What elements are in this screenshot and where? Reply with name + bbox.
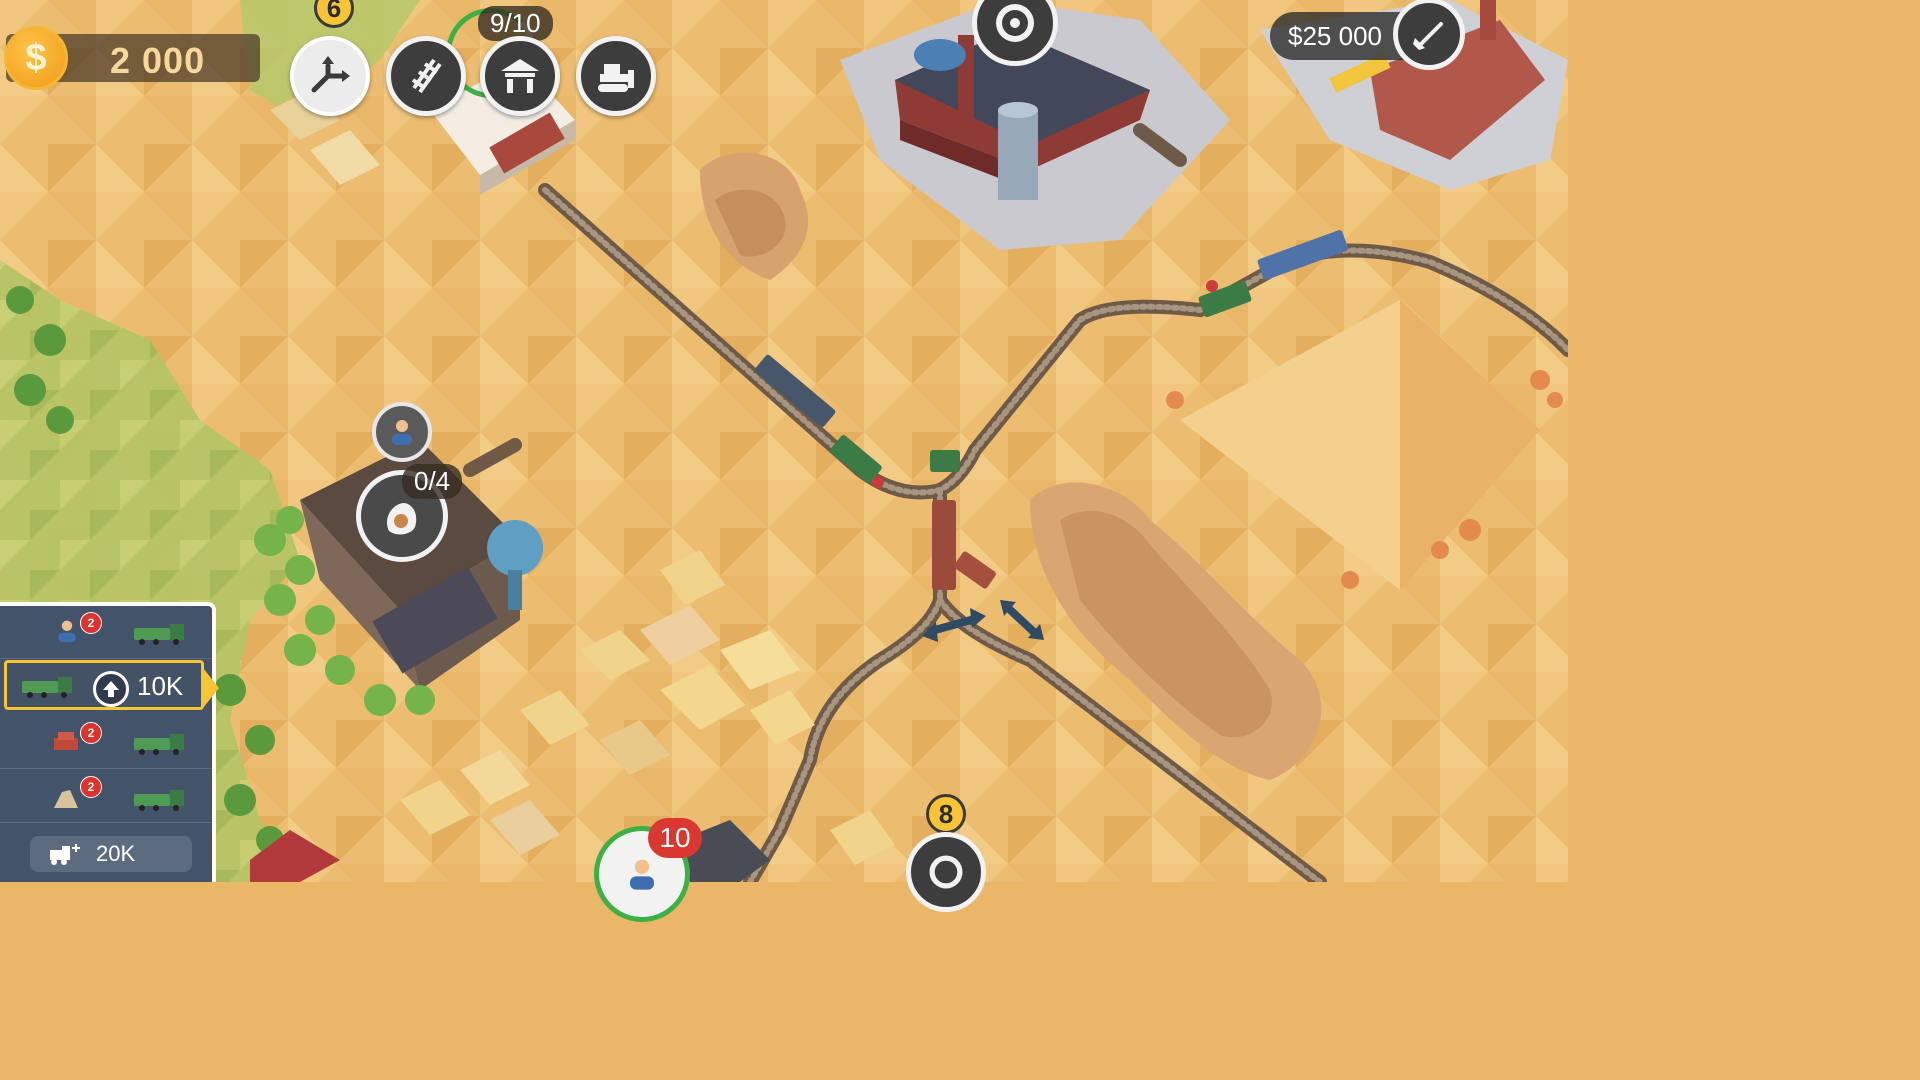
mine-capacity-pill: 0/4 (402, 464, 463, 499)
tire-icon (929, 855, 963, 889)
coin-value: 2 000 (110, 40, 206, 81)
selected-row-arrow (203, 668, 219, 708)
bottom-station-tire-marker[interactable] (906, 832, 986, 912)
train-row-upgrade[interactable]: 10K (4, 660, 219, 710)
add-train-icon (50, 844, 80, 865)
buy-train-cost: 20K (96, 841, 136, 866)
bottom-station-count: 8 (938, 798, 954, 829)
train-row-badge: 2 (80, 612, 102, 634)
bottom-station-passenger-count: 10 (648, 818, 702, 858)
passenger-icon (630, 859, 654, 890)
shovel-icon (1413, 22, 1443, 50)
rail-track-icon (411, 58, 442, 94)
train-row-badge: 2 (80, 776, 102, 798)
locomotive-icon (134, 624, 184, 645)
rail-tool-button[interactable] (386, 36, 466, 116)
mine-capacity: 0/4 (414, 466, 451, 496)
coin-balance: $ 2 000 (4, 26, 260, 90)
bulldozer-tool-button[interactable] (576, 36, 656, 116)
station-top-count: 6 (326, 0, 342, 23)
locomotive-icon (22, 677, 72, 698)
bottom-station-passengers: 10 (659, 822, 691, 853)
station-tool-button[interactable] (480, 36, 560, 116)
tire-icon (996, 4, 1034, 42)
train-row-badge-value: 2 (87, 780, 95, 794)
stone-icon (54, 790, 78, 808)
switch-tool-button[interactable] (290, 36, 370, 116)
build-cost: $25 000 (1288, 21, 1382, 51)
upgrade-button[interactable] (93, 671, 129, 707)
bottom-station-count-badge: 8 (926, 794, 966, 834)
train-row-passenger[interactable]: 2 (0, 606, 212, 659)
train-row-brick[interactable]: 2 (0, 716, 212, 769)
upgrade-cost: 10K (137, 671, 184, 701)
build-button[interactable] (1393, 0, 1465, 70)
train-row-badge: 2 (80, 722, 102, 744)
coin-icon: $ (4, 26, 68, 90)
passenger-icon (392, 420, 412, 445)
mine-passenger-bubble[interactable] (372, 402, 432, 462)
station-icon (501, 59, 539, 93)
bulldozer-icon (598, 64, 634, 92)
train-row-badge-value: 2 (87, 726, 95, 740)
coin-symbol: $ (25, 36, 47, 79)
game-map[interactable] (0, 0, 1568, 882)
buy-train-button[interactable]: 20K (30, 836, 192, 872)
passenger-icon (58, 620, 76, 643)
train-row-stone[interactable]: 2 (0, 770, 212, 823)
brick-icon (54, 732, 78, 750)
locomotive-icon (134, 734, 184, 755)
train-list-panel: 2 10K 2 2 20K (0, 602, 219, 882)
train-row-badge-value: 2 (87, 616, 95, 630)
station-capacity: 9/10 (490, 8, 541, 38)
locomotive-icon (134, 790, 184, 811)
switch-track-icon (311, 56, 350, 93)
arrow-up-icon (103, 681, 119, 697)
